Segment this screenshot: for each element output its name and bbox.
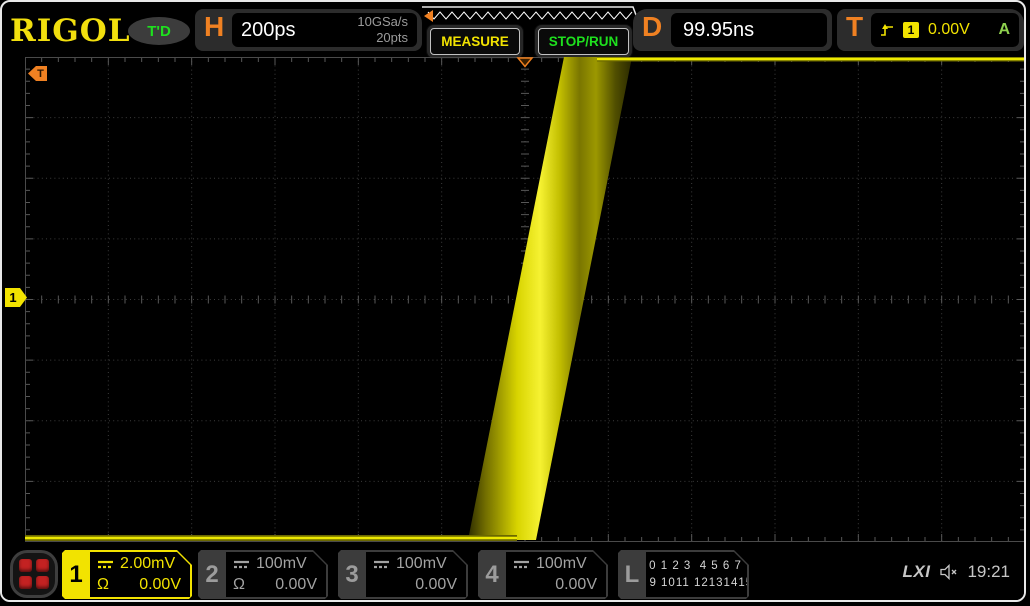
- channel-1-block[interactable]: 1 2.00mV Ω 0.00V: [62, 550, 192, 599]
- delay-value: 99.95ns: [683, 19, 754, 42]
- clock: 19:21: [967, 562, 1010, 582]
- status-bar: 1 2.00mV Ω 0.00V 2: [2, 547, 1024, 602]
- delay-panel[interactable]: D 99.95ns: [633, 9, 832, 51]
- channel-4-offset: 0.00V: [555, 577, 597, 593]
- digital-channels-row2: 8 9 1011 12131415: [638, 575, 753, 591]
- acquisition-info: 10GSa/s 20pts: [357, 14, 408, 47]
- horizontal-label: H: [204, 11, 224, 43]
- memory-depth: 20pts: [357, 30, 408, 46]
- horizontal-readout: 200ps 10GSa/s 20pts: [232, 13, 417, 47]
- memory-position-marker-icon: [424, 10, 433, 22]
- trigger-label: T: [846, 11, 863, 43]
- menu-button[interactable]: [10, 550, 58, 598]
- channel1-position-marker[interactable]: 1: [5, 288, 27, 307]
- timebase-value: 200ps: [241, 19, 296, 42]
- channel-1-number: 1: [62, 550, 90, 599]
- channel-1-readout: 2.00mV Ω 0.00V: [90, 552, 190, 597]
- dc-coupling-icon: [373, 559, 390, 570]
- channel-1-scale: 2.00mV: [120, 556, 175, 572]
- trigger-level-value: 0.00V: [928, 21, 970, 39]
- system-status-group: LXI 19:21: [903, 562, 1011, 582]
- channel-4-block[interactable]: 4 100mV 0.00V: [478, 550, 608, 599]
- channel-3-offset: 0.00V: [415, 577, 457, 593]
- channel-3-block[interactable]: 3 100mV 0.00V: [338, 550, 468, 599]
- menu-button-face: [13, 553, 55, 595]
- channel-3-number: 3: [338, 550, 366, 599]
- channel-1-offset: 0.00V: [139, 577, 181, 593]
- channel-4-scale: 100mV: [536, 556, 587, 572]
- logic-analyzer-readout: 0 1 2 3 4 5 6 7 8 9 1011 12131415: [646, 552, 747, 597]
- logic-analyzer-block[interactable]: L 0 1 2 3 4 5 6 7 8 9 1011 12131415: [618, 550, 749, 599]
- dc-coupling-icon: [97, 559, 114, 570]
- horizontal-panel[interactable]: H 200ps 10GSa/s 20pts: [195, 9, 422, 51]
- channel-2-impedance: Ω: [233, 577, 245, 593]
- channel-2-block[interactable]: 2 100mV Ω 0.00V: [198, 550, 328, 599]
- trigger-panel[interactable]: T 1 0.00V A: [837, 9, 1024, 51]
- trigger-source-badge: 1: [903, 22, 919, 38]
- channel-1-impedance: Ω: [97, 577, 109, 593]
- channel-3-scale: 100mV: [396, 556, 447, 572]
- channel-2-number: 2: [198, 550, 226, 599]
- channel-2-offset: 0.00V: [275, 577, 317, 593]
- digital-channels-row1: 0 1 2 3 4 5 6 7: [649, 558, 742, 574]
- delay-readout: 99.95ns: [671, 13, 827, 47]
- channel-4-readout: 100mV 0.00V: [506, 552, 606, 597]
- lxi-status-label: LXI: [903, 562, 931, 582]
- stop-run-button[interactable]: STOP/RUN: [538, 28, 629, 55]
- channel-3-readout: 100mV 0.00V: [366, 552, 466, 597]
- trigger-readout: 1 0.00V A: [871, 13, 1019, 47]
- dc-coupling-icon: [513, 559, 530, 570]
- channel-2-readout: 100mV Ω 0.00V: [226, 552, 326, 597]
- memory-bar-waveform: [428, 12, 632, 19]
- measure-button[interactable]: MEASURE: [430, 28, 520, 55]
- oscilloscope-screen: RIGOL T'D H 200ps 10GSa/s 20pts MEASURE …: [0, 0, 1026, 602]
- trigger-status-badge: T'D: [128, 17, 190, 45]
- memory-position-bar: [420, 6, 640, 24]
- channel-2-scale: 100mV: [256, 556, 307, 572]
- delay-label: D: [642, 11, 662, 43]
- logic-analyzer-label: L: [618, 550, 646, 599]
- rigol-logo: RIGOL: [10, 13, 131, 49]
- sound-muted-icon[interactable]: [939, 564, 958, 580]
- rising-edge-icon: [880, 21, 894, 39]
- trigger-position-marker[interactable]: [518, 58, 532, 67]
- waveform-display: [25, 57, 1025, 542]
- trigger-sweep-mode: A: [998, 21, 1010, 39]
- dc-coupling-icon: [233, 559, 250, 570]
- sample-rate: 10GSa/s: [357, 14, 408, 30]
- channel-4-number: 4: [478, 550, 506, 599]
- four-squares-icon: [19, 559, 49, 589]
